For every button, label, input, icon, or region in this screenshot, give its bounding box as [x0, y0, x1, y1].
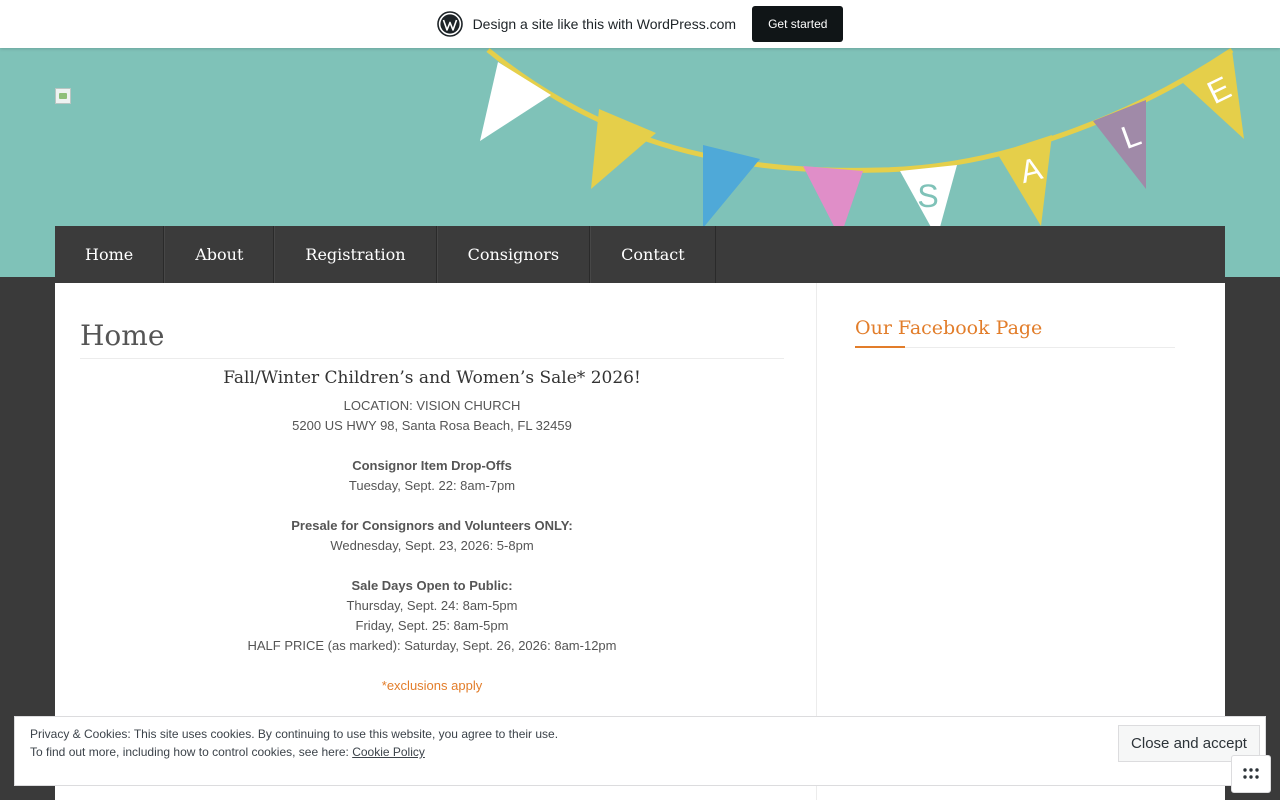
facebook-widget-title: Our Facebook Page [855, 317, 1175, 348]
letter-s: S [917, 178, 938, 214]
nav-item-contact[interactable]: Contact [590, 226, 716, 283]
promo-text: Design a site like this with WordPress.c… [472, 16, 737, 32]
dropoff-time: Tuesday, Sept. 22: 8am-7pm [348, 478, 516, 493]
cookie-banner: Privacy & Cookies: This site uses cookie… [14, 716, 1266, 786]
page-title: Home [80, 319, 784, 359]
public-sale-day-3: HALF PRICE (as marked): Saturday, Sept. … [247, 638, 617, 653]
public-sale-heading: Sale Days Open to Public: [351, 578, 513, 593]
main-content: Home Fall/Winter Children’s and Women’s … [80, 283, 784, 696]
more-dots-icon [1243, 768, 1259, 779]
pennant-yellow [591, 109, 656, 189]
cookie-policy-link[interactable]: Cookie Policy [352, 745, 425, 759]
pennant-white [480, 62, 551, 141]
nav-item-about[interactable]: About [164, 226, 275, 283]
presale-heading: Presale for Consignors and Volunteers ON… [291, 518, 573, 533]
wordpress-logo-icon [436, 11, 463, 37]
public-sale-day-1: Thursday, Sept. 24: 8am-5pm [346, 598, 518, 613]
exclusions-note: *exclusions apply [381, 678, 483, 693]
event-heading: Fall/Winter Children’s and Women’s Sale*… [223, 368, 641, 388]
pennant-blue [703, 145, 760, 228]
nav-item-home[interactable]: Home [55, 226, 165, 283]
more-actions-button[interactable] [1231, 755, 1271, 793]
public-sale-day-2: Friday, Sept. 25: 8am-5pm [355, 618, 509, 633]
event-details: LOCATION: VISION CHURCH 5200 US HWY 98, … [80, 396, 784, 696]
address: 5200 US HWY 98, Santa Rosa Beach, FL 324… [292, 418, 572, 433]
dropoff-heading: Consignor Item Drop-Offs [352, 458, 512, 473]
sidebar: Our Facebook Page [855, 317, 1175, 348]
nav-item-registration[interactable]: Registration [274, 226, 437, 283]
get-started-button[interactable]: Get started [752, 6, 844, 42]
main-navigation: Home About Registration Consignors Conta… [55, 226, 1225, 283]
wordpress-promo-bar: Design a site like this with WordPress.c… [0, 0, 1280, 48]
cookie-line-2: To find out more, including how to contr… [30, 745, 353, 759]
nav-item-consignors[interactable]: Consignors [436, 226, 591, 283]
presale-time: Wednesday, Sept. 23, 2026: 5-8pm [330, 538, 534, 553]
cookie-text: Privacy & Cookies: This site uses cookie… [30, 725, 558, 761]
location-label: LOCATION: VISION CHURCH [343, 398, 521, 413]
cookie-line-1: Privacy & Cookies: This site uses cookie… [30, 727, 559, 741]
